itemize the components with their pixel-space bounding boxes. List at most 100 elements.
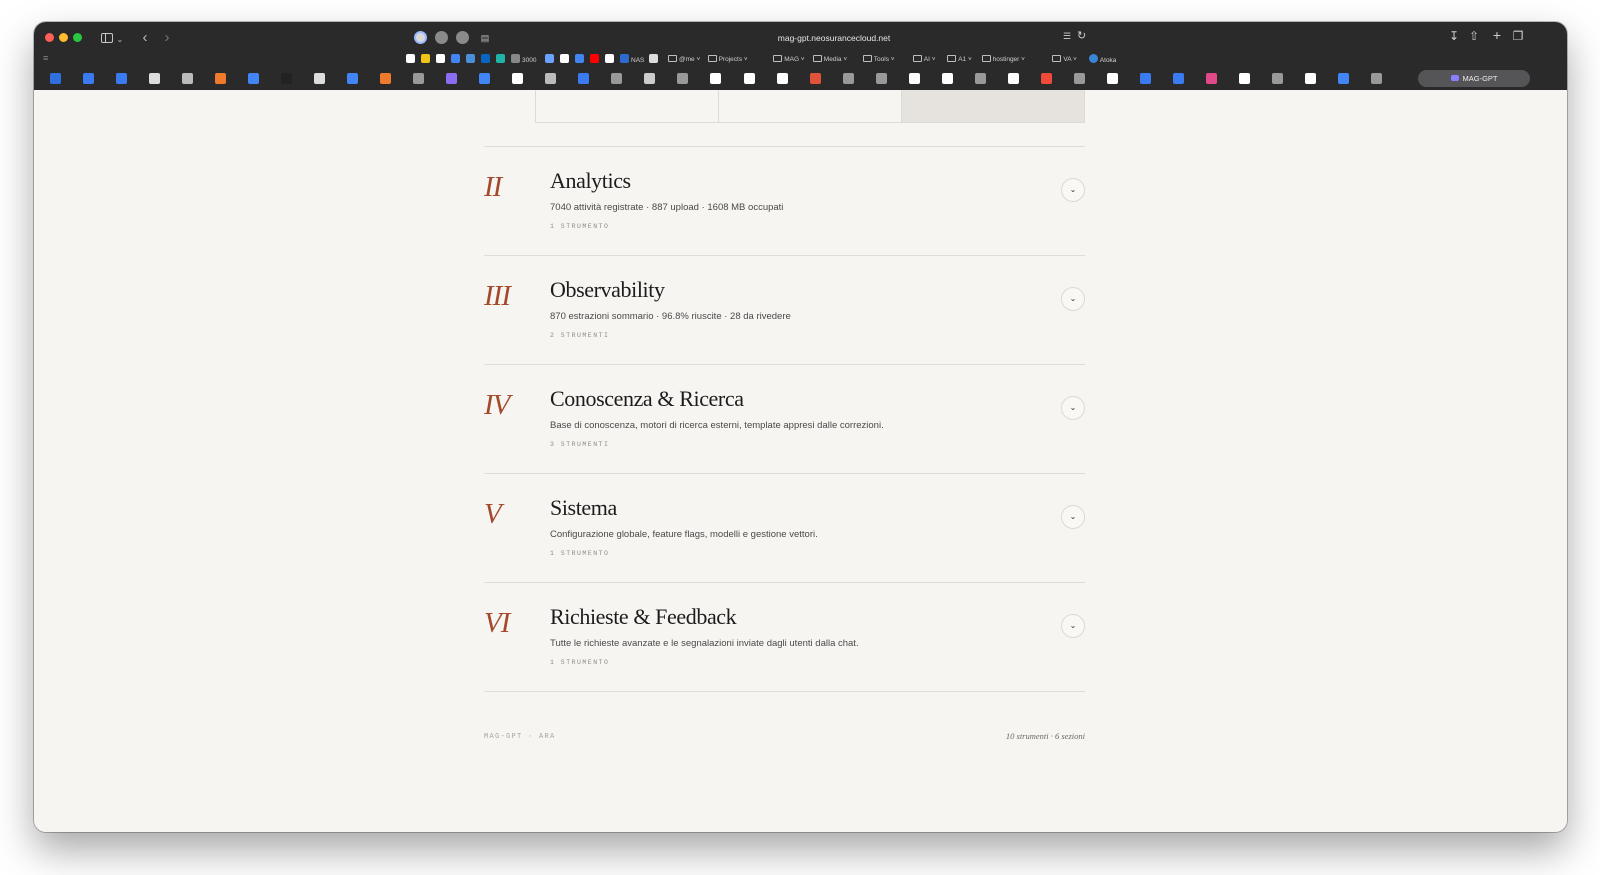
favorite-site-icon[interactable]	[149, 73, 160, 84]
favorite-site-icon[interactable]	[413, 73, 424, 84]
bookmark-item[interactable]	[421, 54, 432, 66]
section-sistema[interactable]: V Sistema Configurazione globale, featur…	[484, 473, 1085, 582]
downloads-icon[interactable]: ↧	[1446, 29, 1462, 43]
favorite-site-icon[interactable]	[710, 73, 721, 84]
bookmark-item[interactable]	[575, 54, 586, 66]
new-tab-icon[interactable]	[456, 31, 469, 44]
favorite-site-icon[interactable]	[446, 73, 457, 84]
bookmark-item[interactable]: Atoka	[1088, 54, 1116, 66]
bookmark-label: NAS	[631, 57, 645, 64]
favorite-site-icon[interactable]	[347, 73, 358, 84]
favorite-site-icon[interactable]	[1074, 73, 1085, 84]
favorite-site-icon[interactable]	[50, 73, 61, 84]
favorite-site-icon[interactable]	[83, 73, 94, 84]
favorite-site-icon[interactable]	[578, 73, 589, 84]
section-conoscenza-ricerca[interactable]: IV Conoscenza & Ricerca Base di conoscen…	[484, 364, 1085, 473]
bookmark-icon	[421, 54, 430, 63]
favorite-site-icon[interactable]	[1041, 73, 1052, 84]
favorite-site-icon[interactable]	[248, 73, 259, 84]
favorite-site-icon[interactable]	[644, 73, 655, 84]
favorite-site-icon[interactable]	[215, 73, 226, 84]
bookmark-folder[interactable]: MAG ˅	[773, 54, 805, 66]
chevron-down-icon[interactable]: ⌄	[1061, 614, 1085, 638]
favorite-site-icon[interactable]	[479, 73, 490, 84]
bookmark-item[interactable]	[590, 54, 601, 66]
menu-icon[interactable]: ≡	[43, 53, 48, 63]
section-analytics[interactable]: II Analytics 7040 attività registrate · …	[484, 146, 1085, 255]
favorite-site-icon[interactable]	[116, 73, 127, 84]
section-tool-count: 1 STRUMENTO	[550, 550, 610, 557]
favorite-site-icon[interactable]	[1206, 73, 1217, 84]
bookmark-folder[interactable]: Tools ˅	[862, 54, 895, 66]
favorite-site-icon[interactable]	[876, 73, 887, 84]
favorite-site-icon[interactable]	[677, 73, 688, 84]
favorite-site-icon[interactable]	[545, 73, 556, 84]
bookmark-folder[interactable]: @me ˅	[668, 54, 700, 66]
bookmark-item[interactable]: NAS	[620, 54, 644, 66]
bookmark-item[interactable]	[436, 54, 447, 66]
favorite-site-icon[interactable]	[182, 73, 193, 84]
bookmark-item[interactable]	[545, 54, 556, 66]
bookmark-item[interactable]	[481, 54, 492, 66]
minimize-window-button[interactable]	[59, 33, 68, 42]
address-bar[interactable]: mag-gpt.neosurancecloud.net	[634, 30, 1034, 46]
bookmark-folder[interactable]: Media ˅	[812, 54, 847, 66]
favorite-site-icon[interactable]	[777, 73, 788, 84]
bookmark-item[interactable]: 3000	[511, 54, 536, 66]
bookmark-item[interactable]	[649, 54, 660, 66]
sidebar-toggle-button[interactable]: ⌄	[94, 29, 130, 47]
back-button[interactable]: ‹	[134, 29, 156, 47]
favorite-site-icon[interactable]	[1008, 73, 1019, 84]
favorite-site-icon[interactable]	[909, 73, 920, 84]
bookmark-item[interactable]	[560, 54, 571, 66]
tab-mag-gpt[interactable]: MAG-GPT	[1418, 70, 1530, 87]
bookmark-item[interactable]	[496, 54, 507, 66]
translate-icon[interactable]: ☰	[1063, 31, 1071, 42]
bookmark-item[interactable]	[406, 54, 417, 66]
bookmark-folder[interactable]: hostinger ˅	[981, 54, 1025, 66]
favorite-site-icon[interactable]	[1140, 73, 1151, 84]
favorite-site-icon[interactable]	[281, 73, 292, 84]
favorite-site-icon[interactable]	[1272, 73, 1283, 84]
tab-group-icon[interactable]	[414, 31, 427, 44]
chevron-down-icon[interactable]: ⌄	[1061, 178, 1085, 202]
bookmark-folder[interactable]: A1 ˅	[947, 54, 972, 66]
favorite-site-icon[interactable]	[1305, 73, 1316, 84]
chevron-down-icon[interactable]: ⌄	[1061, 396, 1085, 420]
tab-icon[interactable]	[435, 31, 448, 44]
section-numeral: III	[484, 280, 511, 312]
bookmark-item[interactable]	[605, 54, 616, 66]
bookmark-folder[interactable]: AI ˅	[912, 54, 936, 66]
favorite-site-icon[interactable]	[744, 73, 755, 84]
chevron-down-icon[interactable]: ⌄	[1061, 287, 1085, 311]
reload-icon[interactable]: ↻	[1077, 29, 1086, 42]
favorite-site-icon[interactable]	[1338, 73, 1349, 84]
chevron-down-icon[interactable]: ⌄	[1061, 505, 1085, 529]
favorite-site-icon[interactable]	[380, 73, 391, 84]
tab-overview-icon[interactable]: ❐	[1510, 29, 1526, 43]
favorite-site-icon[interactable]	[314, 73, 325, 84]
favorite-site-icon[interactable]	[942, 73, 953, 84]
favorite-site-icon[interactable]	[512, 73, 523, 84]
page-menu-icon[interactable]: ▤	[478, 29, 492, 47]
favorite-site-icon[interactable]	[810, 73, 821, 84]
bookmark-item[interactable]	[451, 54, 462, 66]
favorite-site-icon[interactable]	[1107, 73, 1118, 84]
section-richieste-feedback[interactable]: VI Richieste & Feedback Tutte le richies…	[484, 582, 1085, 691]
bookmark-folder[interactable]: VA ˅	[1052, 54, 1077, 66]
favorite-site-icon[interactable]	[1371, 73, 1382, 84]
bookmark-item[interactable]	[466, 54, 477, 66]
share-icon[interactable]: ⇧	[1466, 29, 1482, 43]
close-window-button[interactable]	[45, 33, 54, 42]
bookmark-folder[interactable]: Projects ˅	[707, 54, 748, 66]
favorite-site-icon[interactable]	[1173, 73, 1184, 84]
favorite-site-icon[interactable]	[1239, 73, 1250, 84]
section-observability[interactable]: III Observability 870 estrazioni sommari…	[484, 255, 1085, 364]
favorite-site-icon[interactable]	[975, 73, 986, 84]
favorite-site-icon[interactable]	[611, 73, 622, 84]
zoom-window-button[interactable]	[73, 33, 82, 42]
forward-button[interactable]: ›	[156, 29, 178, 47]
chevron-down-icon: ⌄	[116, 35, 124, 44]
new-tab-button[interactable]: +	[1489, 27, 1505, 43]
favorite-site-icon[interactable]	[843, 73, 854, 84]
